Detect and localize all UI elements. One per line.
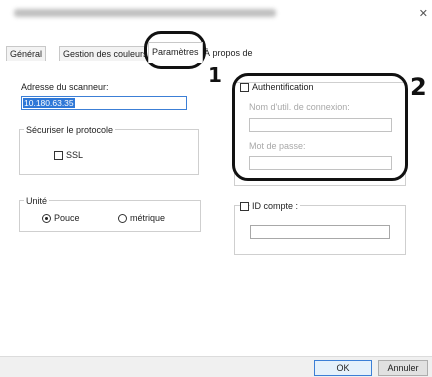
unit-radio-inch[interactable] [42,214,51,223]
scanner-address-label: Adresse du scanneur: [21,82,109,92]
radio-selected-dot [45,217,48,220]
unit-legend: Unité [24,196,50,206]
close-icon[interactable]: ✕ [419,7,428,20]
scanner-address-input[interactable]: 10.180.63.35 [21,96,187,110]
scanner-address-value: 10.180.63.35 [23,98,75,108]
tab-color-management[interactable]: Gestion des couleurs [59,46,147,61]
ssl-checkbox[interactable] [54,151,63,160]
title-bar: ✕ [0,0,432,30]
callout-number-1: 1 [208,63,222,87]
unit-inch-label: Pouce [54,213,80,223]
secure-protocol-legend: Sécuriser le protocole [24,125,116,135]
callout-box-2 [232,73,408,181]
account-id-checkbox[interactable] [240,202,249,211]
tab-strip: Général Gestion des couleurs Paramètres … [0,40,432,63]
callout-number-2: 2 [410,73,427,101]
cancel-button[interactable]: Annuler [378,360,428,376]
secure-protocol-group [19,129,199,175]
unit-metric-label: métrique [130,213,166,223]
ok-button[interactable]: OK [314,360,372,376]
tab-about[interactable]: À propos de [201,46,256,61]
tab-settings[interactable]: Paramètres [148,42,203,63]
tab-general[interactable]: Général [6,46,47,61]
ssl-label: SSL [66,150,84,160]
account-id-label: ID compte : [250,201,301,211]
window-title-blurred [14,9,276,17]
account-id-input[interactable] [250,225,390,239]
unit-radio-metric[interactable] [118,214,127,223]
